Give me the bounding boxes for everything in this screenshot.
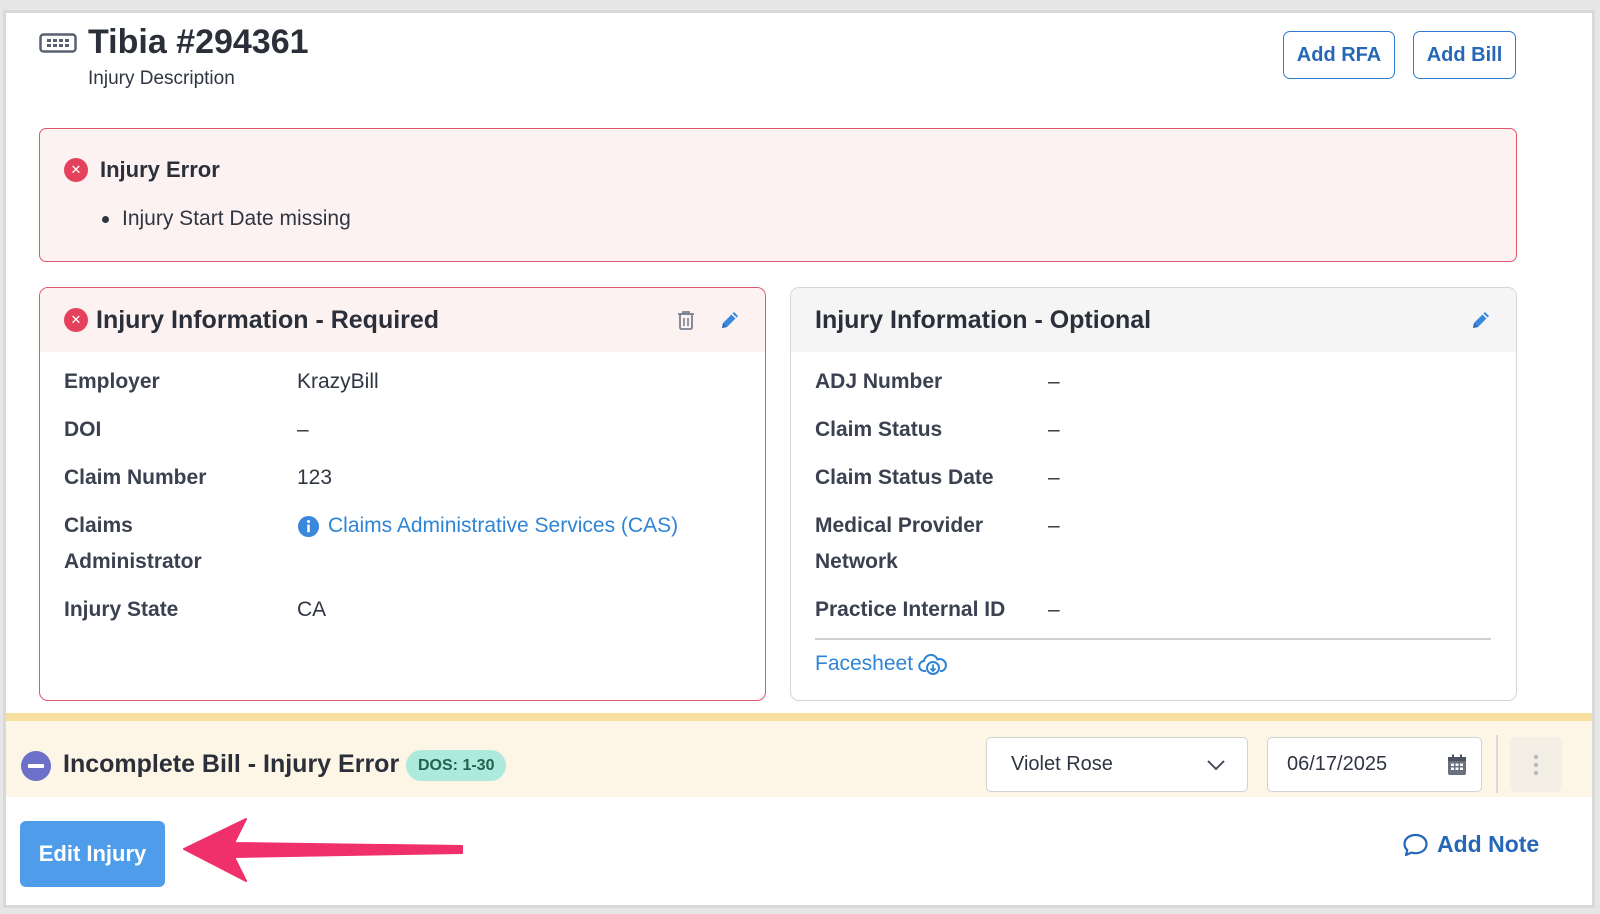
field-value: –: [1048, 370, 1060, 393]
medical-provider-network-row: Medical Provider Network –: [815, 508, 1060, 580]
field-label: ADJ Number: [815, 370, 943, 393]
injury-info-optional-card: Injury Information - Optional ADJ Number…: [790, 287, 1517, 701]
field-label: Claim Status: [815, 418, 943, 441]
claim-status-date-row: Claim Status Date –: [815, 460, 1060, 496]
card-title: Injury Information - Optional: [815, 305, 1152, 334]
facesheet-link[interactable]: Facesheet: [815, 652, 948, 676]
field-value: –: [1048, 514, 1060, 537]
claims-administrator-link[interactable]: Claims Administrative Services (CAS): [328, 508, 678, 544]
info-icon: [297, 515, 320, 537]
arrow-annotation-icon: [183, 818, 463, 882]
field-value: KrazyBill: [297, 370, 379, 393]
field-label: Injury State: [64, 598, 179, 621]
comment-icon: [1403, 833, 1428, 856]
card-title: Injury Information - Required: [96, 305, 440, 334]
practice-internal-id-row: Practice Internal ID –: [815, 592, 1060, 628]
employer-row: Employer KrazyBill: [64, 364, 379, 400]
field-value: –: [1048, 598, 1060, 621]
claim-status-row: Claim Status –: [815, 412, 1060, 448]
injury-state-row: Injury State CA: [64, 592, 326, 628]
field-value: CA: [297, 598, 327, 621]
injury-header: Tibia #294361: [39, 23, 309, 61]
divider: [815, 638, 1491, 640]
add-rfa-button[interactable]: Add RFA: [1283, 31, 1395, 79]
provider-select[interactable]: Violet Rose: [986, 737, 1248, 792]
claim-number-row: Claim Number 123: [64, 460, 332, 496]
field-label: Employer: [64, 370, 160, 393]
adj-number-row: ADJ Number –: [815, 364, 1060, 400]
injury-info-required-card: ✕ Injury Information - Required Employer…: [39, 287, 766, 701]
add-bill-button[interactable]: Add Bill: [1413, 31, 1516, 79]
bullet-icon: [102, 215, 109, 223]
id-card-icon: [39, 33, 77, 53]
minus-circle-icon: [21, 751, 51, 781]
cloud-download-icon[interactable]: [918, 652, 948, 676]
provider-select-value: Violet Rose: [1011, 753, 1113, 775]
bill-status-bar: Incomplete Bill - Injury Error DOS: 1-30…: [6, 713, 1592, 797]
field-label: Claim Status Date: [815, 466, 994, 489]
divider: [1496, 735, 1498, 793]
pencil-icon[interactable]: [718, 308, 742, 332]
date-value: 06/17/2025: [1287, 753, 1388, 775]
dos-badge: DOS: 1-30: [406, 750, 507, 781]
add-note-button[interactable]: Add Note: [1402, 831, 1539, 858]
bill-title: Incomplete Bill - Injury Error: [63, 750, 400, 778]
pencil-icon[interactable]: [1469, 308, 1493, 332]
field-label: Medical Provider Network: [815, 514, 984, 573]
field-value: –: [297, 418, 309, 441]
injury-panel: Tibia #294361 Injury Description Add RFA…: [3, 10, 1595, 908]
injury-description: Injury Description: [88, 68, 235, 89]
add-note-label[interactable]: Add Note: [1437, 831, 1539, 858]
field-label: Practice Internal ID: [815, 598, 1006, 621]
date-input[interactable]: 06/17/2025: [1267, 737, 1482, 792]
error-title: Injury Error: [100, 157, 220, 182]
trash-icon[interactable]: [674, 308, 698, 332]
facesheet-label[interactable]: Facesheet: [815, 652, 913, 676]
doi-row: DOI –: [64, 412, 309, 448]
error-list-item: Injury Start Date missing: [102, 207, 351, 231]
card-header: ✕ Injury Information - Required: [40, 288, 765, 352]
field-label: DOI: [64, 418, 102, 441]
more-options-button[interactable]: [1510, 737, 1562, 792]
field-value: Claims Administrative Services (CAS): [297, 508, 678, 544]
field-value: –: [1048, 418, 1060, 441]
claims-administrator-row: Claims Administrator Claims Administrati…: [64, 508, 744, 580]
chevron-down-icon: [1207, 760, 1225, 771]
edit-injury-button[interactable]: Edit Injury: [20, 821, 165, 887]
field-value: 123: [297, 466, 333, 489]
error-x-icon: ✕: [64, 308, 88, 332]
field-label: Claim Number: [64, 466, 207, 489]
card-header: Injury Information - Optional: [791, 288, 1516, 352]
field-label: Claims Administrator: [64, 514, 202, 573]
page-title: Tibia #294361: [88, 23, 309, 61]
injury-error-banner: ✕ Injury Error Injury Start Date missing: [39, 128, 1517, 262]
kebab-menu-icon: [1533, 754, 1539, 775]
calendar-icon[interactable]: [1447, 754, 1467, 776]
field-value: –: [1048, 466, 1060, 489]
error-x-icon: ✕: [64, 158, 88, 182]
error-message: Injury Start Date missing: [122, 207, 351, 230]
